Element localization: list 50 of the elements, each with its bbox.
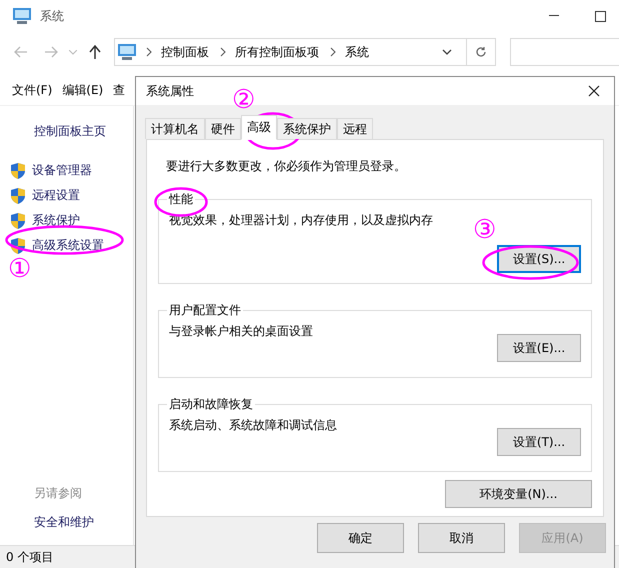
tab[interactable]: 系统保护	[277, 118, 337, 139]
close-icon[interactable]	[588, 85, 600, 97]
computer-icon	[117, 43, 137, 61]
section-heading: 另请参阅	[34, 485, 83, 502]
window-title: 系统	[40, 8, 64, 24]
computer-icon	[12, 7, 32, 25]
chevron-icon	[145, 47, 153, 57]
dropdown-icon[interactable]	[442, 49, 452, 55]
sidebar-link[interactable]: 系统保护	[32, 212, 80, 229]
environment-variables-button[interactable]: 环境变量(N)...	[445, 480, 592, 508]
tab[interactable]: 硬件	[205, 118, 241, 139]
tab[interactable]: 远程	[337, 118, 373, 139]
breadcrumb[interactable]: 控制面板	[161, 44, 209, 60]
up-arrow-icon[interactable]	[89, 45, 101, 59]
refresh-icon	[475, 46, 487, 58]
shield-icon	[10, 212, 26, 230]
shield-icon	[10, 236, 26, 254]
dialog-button[interactable]: 确定	[317, 523, 404, 553]
minimize-icon[interactable]	[549, 15, 559, 17]
notice-text: 要进行大多数更改，你必须作为管理员登录。	[166, 158, 407, 175]
group-title: 用户配置文件	[168, 302, 242, 319]
step-number: ②	[232, 87, 256, 113]
sidebar-link[interactable]: 设备管理器	[32, 162, 92, 179]
tab[interactable]: 计算机名	[145, 118, 205, 139]
tab[interactable]: 高级	[241, 115, 277, 140]
settings-button[interactable]: 设置(T)...	[497, 428, 581, 456]
sidebar-link[interactable]: 远程设置	[32, 187, 80, 204]
dialog-button[interactable]: 取消	[418, 523, 505, 553]
sidebar-link[interactable]: 控制面板主页	[34, 123, 133, 140]
sidebar-link[interactable]: 安全和维护	[34, 514, 133, 531]
search-field[interactable]	[510, 38, 619, 66]
breadcrumb[interactable]: 系统	[345, 44, 369, 60]
shield-icon	[10, 186, 26, 204]
step-number: ①	[8, 256, 32, 282]
chevron-icon	[329, 47, 337, 57]
group-description: 与登录帐户相关的桌面设置	[169, 323, 313, 340]
menu-item[interactable]: 编辑(E)	[62, 82, 104, 99]
menu-item[interactable]: 文件(F)	[12, 82, 52, 99]
group-title: 性能	[168, 191, 194, 208]
menu-item[interactable]: 查	[113, 82, 126, 99]
group-title: 启动和故障恢复	[168, 396, 254, 413]
dialog-title: 系统属性	[146, 82, 194, 100]
shield-icon	[10, 162, 26, 180]
group-description: 系统启动、系统故障和调试信息	[169, 417, 337, 434]
maximize-icon[interactable]	[594, 10, 606, 22]
chevron-icon	[219, 47, 227, 57]
settings-button[interactable]: 设置(E)...	[497, 334, 581, 362]
breadcrumb[interactable]: 所有控制面板项	[235, 44, 319, 60]
step-number: ③	[473, 217, 496, 243]
address-bar[interactable]: 控制面板 所有控制面板项 系统	[114, 38, 496, 66]
